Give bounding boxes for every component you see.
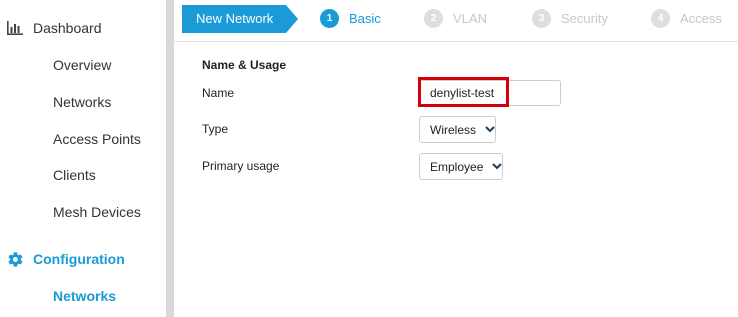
- sidebar-item-mesh-devices[interactable]: Mesh Devices: [53, 204, 141, 220]
- step-number: 1: [320, 9, 339, 28]
- sidebar-item-clients[interactable]: Clients: [53, 167, 96, 183]
- step-number: 3: [532, 9, 551, 28]
- step-label: Security: [561, 11, 608, 26]
- step-label: VLAN: [453, 11, 487, 26]
- type-select[interactable]: Wireless: [419, 116, 497, 143]
- main-content: New Network 1 Basic 2 VLAN 3 Security 4 …: [174, 0, 738, 317]
- wizard-step-basic[interactable]: 1 Basic: [320, 9, 381, 28]
- sidebar-item-overview[interactable]: Overview: [53, 57, 111, 73]
- sidebar-item-config-networks[interactable]: Networks: [53, 288, 116, 304]
- type-select-value: Wireless: [430, 122, 477, 137]
- name-input[interactable]: [419, 80, 561, 106]
- sidebar-divider: [166, 0, 174, 317]
- sidebar-section-dashboard[interactable]: Dashboard: [6, 19, 102, 37]
- type-label: Type: [202, 122, 229, 136]
- step-label: Access: [680, 11, 722, 26]
- step-label: Basic: [349, 11, 381, 26]
- step-number: 4: [651, 9, 670, 28]
- wizard-step-vlan[interactable]: 2 VLAN: [424, 9, 487, 28]
- wizard-step-security[interactable]: 3 Security: [532, 9, 608, 28]
- step-number: 2: [424, 9, 443, 28]
- wizard-steps: New Network 1 Basic 2 VLAN 3 Security 4 …: [174, 0, 738, 42]
- sidebar-section-label: Dashboard: [33, 20, 102, 36]
- primary-usage-label: Primary usage: [202, 159, 280, 173]
- chevron-down-icon: [485, 125, 495, 135]
- primary-usage-select[interactable]: Employee: [419, 153, 504, 180]
- sidebar-section-configuration[interactable]: Configuration: [6, 250, 125, 268]
- chevron-down-icon: [492, 162, 503, 172]
- sidebar-section-label: Configuration: [33, 251, 125, 267]
- section-title: Name & Usage: [202, 58, 287, 72]
- wizard-step-access[interactable]: 4 Access: [651, 9, 722, 28]
- sidebar: Dashboard Overview Networks Access Point…: [0, 0, 166, 317]
- wizard-start-label: New Network: [182, 5, 298, 33]
- primary-usage-select-value: Employee: [430, 159, 484, 174]
- sidebar-item-networks[interactable]: Networks: [53, 94, 111, 110]
- gear-icon: [6, 250, 24, 268]
- sidebar-item-access-points[interactable]: Access Points: [53, 131, 141, 147]
- bar-chart-icon: [6, 19, 24, 37]
- name-label: Name: [202, 86, 235, 100]
